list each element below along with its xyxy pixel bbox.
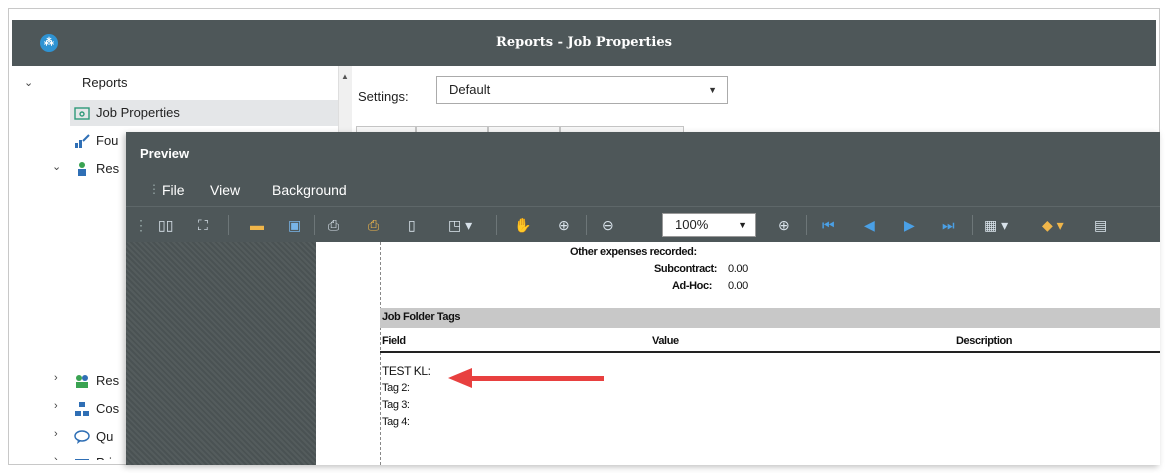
tree-item-label: Pric bbox=[96, 450, 118, 460]
tree-item-res-2[interactable]: Res bbox=[70, 368, 119, 394]
section-title: Job Folder Tags bbox=[382, 311, 461, 323]
chevron-right-icon[interactable]: › bbox=[54, 372, 58, 384]
column-header-value: Value bbox=[652, 335, 679, 347]
report-page: Other expenses recorded: Subcontract: 0.… bbox=[316, 242, 1160, 465]
menu-view[interactable]: View bbox=[210, 182, 240, 198]
tree-item-label: Res bbox=[96, 161, 120, 176]
tree-item-label: Job Properties bbox=[96, 105, 180, 120]
tree-root-label: Reports bbox=[82, 75, 128, 90]
page-margin-line bbox=[380, 242, 381, 465]
window-title: Reports - Job Properties bbox=[496, 35, 672, 50]
document-map-icon[interactable]: ▯▯ bbox=[158, 216, 173, 234]
settings-dropdown[interactable]: Default ▼ bbox=[436, 76, 728, 104]
preview-menubar: ⋮ File View Background bbox=[126, 176, 1160, 206]
tree-item-label: Cos bbox=[96, 401, 120, 416]
chevron-down-icon[interactable]: ⌄ bbox=[52, 160, 61, 173]
tag-row: TEST KL: bbox=[382, 364, 431, 378]
header-underline bbox=[380, 351, 1160, 353]
chevron-right-icon[interactable]: › bbox=[54, 454, 58, 460]
adhoc-label: Ad-Hoc: bbox=[672, 280, 712, 292]
zoom-value: 100% bbox=[675, 217, 709, 232]
adhoc-value: 0.00 bbox=[728, 280, 748, 292]
chevron-down-icon: ▼ bbox=[738, 220, 747, 230]
watermark-icon[interactable]: ▤ bbox=[1094, 216, 1107, 234]
table-icon bbox=[75, 459, 89, 460]
chevron-down-icon: ▼ bbox=[708, 85, 717, 95]
grip-icon: ⋮ bbox=[134, 217, 148, 233]
print-icon[interactable]: ⎙ bbox=[328, 216, 339, 234]
subcontract-value: 0.00 bbox=[728, 263, 748, 275]
fill-color-icon[interactable]: ◆ ▾ bbox=[1042, 216, 1064, 234]
tree-item-fou[interactable]: Fou bbox=[70, 128, 118, 154]
worker-icon bbox=[78, 162, 86, 176]
scroll-up-icon[interactable]: ▲ bbox=[341, 72, 349, 81]
zoom-in-icon[interactable]: ⊕ bbox=[778, 216, 790, 234]
tree-item-label: Res bbox=[96, 373, 120, 388]
hierarchy-icon bbox=[75, 402, 89, 416]
annotation-arrow bbox=[120, 242, 620, 262]
tag-row: Tag 2: bbox=[382, 382, 410, 394]
chevron-right-icon[interactable]: › bbox=[54, 400, 58, 412]
preview-window: Preview ⋮ File View Background ⋮ ▯▯ ⛶ ▬ … bbox=[126, 132, 1160, 465]
hand-tool-icon[interactable]: ✋ bbox=[514, 216, 531, 234]
tree-item-qu[interactable]: Qu bbox=[70, 424, 113, 450]
window-titlebar: ⁂ Reports - Job Properties bbox=[12, 20, 1156, 66]
save-icon[interactable]: ▣ bbox=[288, 216, 301, 234]
tree-item-job-properties[interactable]: Job Properties bbox=[70, 100, 338, 126]
column-header-description: Description bbox=[956, 335, 1013, 347]
folder-icon bbox=[74, 107, 90, 120]
settings-value: Default bbox=[449, 82, 491, 97]
column-header-field: Field bbox=[382, 335, 406, 347]
grip-icon: ⋮ bbox=[148, 182, 160, 196]
tag-row: Tag 3: bbox=[382, 399, 410, 411]
tree-item-cos[interactable]: Cos bbox=[70, 396, 119, 422]
tree-item-label: Fou bbox=[96, 133, 119, 148]
preview-toolbar: ⋮ ▯▯ ⛶ ▬ ▣ ⎙ ⎙ ▯ ◳ ▾ ✋ ⊕ ⊖ 100% ▼ ⊕ ⏮ ◀ … bbox=[126, 206, 1160, 242]
previous-page-icon[interactable]: ◀ bbox=[864, 216, 875, 234]
tree-root-reports[interactable]: Reports bbox=[82, 70, 128, 96]
menu-background[interactable]: Background bbox=[272, 182, 347, 198]
section-header-band: Job Folder Tags bbox=[380, 308, 1160, 328]
zoom-dropdown[interactable]: 100% ▼ bbox=[662, 213, 756, 237]
chevron-down-icon[interactable]: ⌄ bbox=[24, 76, 33, 89]
menu-file[interactable]: File bbox=[162, 182, 185, 198]
speech-bubble-icon bbox=[74, 430, 90, 444]
tree-item-label: Qu bbox=[96, 429, 114, 444]
binoculars-icon[interactable]: ⛶ bbox=[198, 216, 208, 234]
scale-icon[interactable]: ◳ ▾ bbox=[448, 216, 472, 234]
tree-item-pric[interactable]: Pric bbox=[70, 450, 118, 460]
first-page-icon[interactable]: ⏮ bbox=[822, 216, 835, 234]
preview-side-panel bbox=[126, 242, 316, 465]
multiple-pages-icon[interactable]: ▦ ▾ bbox=[984, 216, 1008, 234]
quick-print-icon[interactable]: ⎙ bbox=[368, 216, 379, 234]
tag-row: Tag 4: bbox=[382, 416, 410, 428]
last-page-icon[interactable]: ⏭ bbox=[942, 216, 955, 234]
arrow-shaft bbox=[470, 376, 604, 381]
zoom-out-icon[interactable]: ⊖ bbox=[602, 216, 614, 234]
people-icon bbox=[76, 375, 88, 388]
chevron-right-icon[interactable]: › bbox=[54, 428, 58, 440]
magnifier-icon[interactable]: ⊕ bbox=[558, 216, 570, 234]
preview-title: Preview bbox=[126, 132, 1160, 176]
arrow-head-shape bbox=[448, 368, 472, 388]
next-page-icon[interactable]: ▶ bbox=[904, 216, 915, 234]
subcontract-label: Subcontract: bbox=[654, 263, 718, 275]
page-setup-icon[interactable]: ▯ bbox=[408, 216, 416, 234]
chart-icon bbox=[75, 134, 90, 148]
tree-item-res[interactable]: Res bbox=[70, 156, 119, 182]
settings-label: Settings: bbox=[358, 89, 409, 104]
open-folder-icon[interactable]: ▬ bbox=[250, 216, 264, 234]
